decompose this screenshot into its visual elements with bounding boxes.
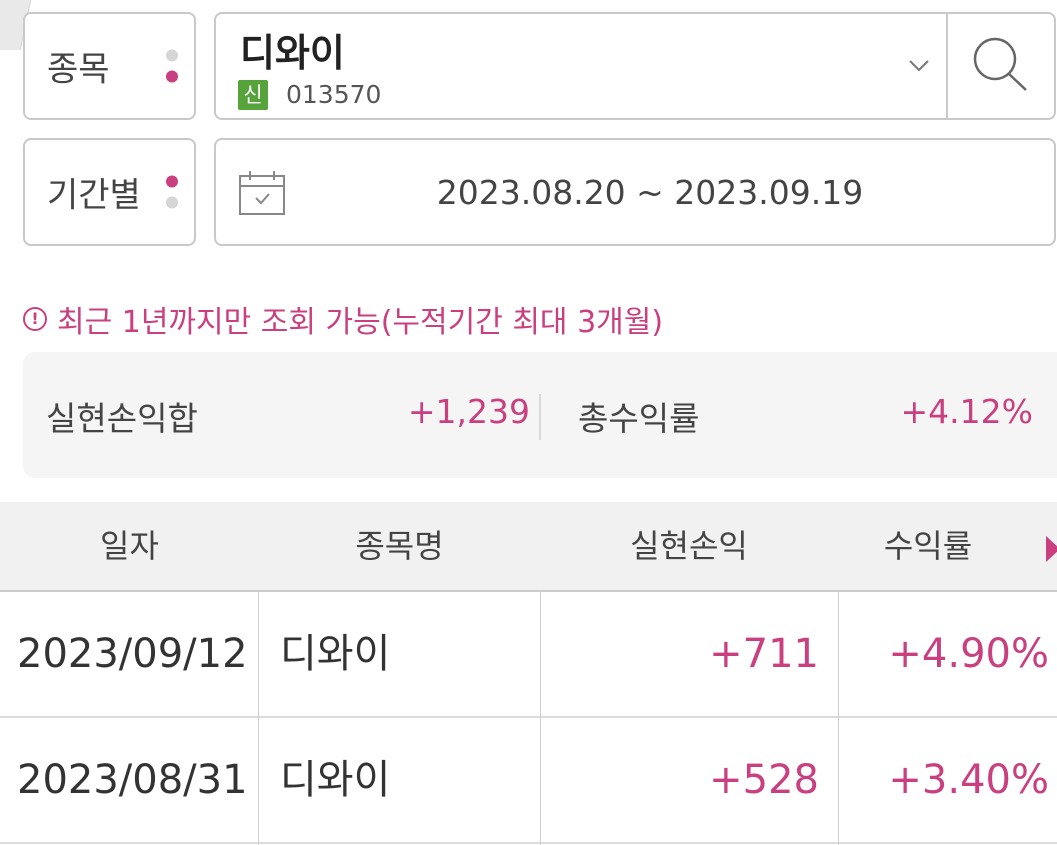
table-row[interactable]: 2023/08/31 디와이 +528 +3.40%: [0, 718, 1057, 844]
cell-stock-name: 디와이: [280, 631, 391, 677]
chevron-down-icon[interactable]: [908, 54, 930, 76]
notice-text: 최근 1년까지만 조회 가능(누적기간 최대 3개월): [57, 305, 664, 340]
summary-panel: 실현손익합 +1,239 총수익률 +4.12%: [23, 352, 1057, 478]
cell-realized-pl: +711: [709, 631, 819, 677]
summary-divider: [539, 394, 541, 440]
column-divider: [258, 590, 259, 845]
toggle-dots-icon: [166, 49, 178, 83]
stock-filter-label: 종목: [47, 49, 110, 90]
column-divider: [540, 590, 541, 845]
realized-pl-value: +1,239: [407, 392, 530, 431]
total-return-label: 총수익률: [578, 399, 700, 438]
notice-message: ! 최근 1년까지만 조회 가능(누적기간 최대 3개월): [23, 297, 663, 341]
date-range-picker[interactable]: 2023.08.20 ~ 2023.09.19: [214, 138, 1056, 246]
stock-filter-toggle[interactable]: 종목: [23, 12, 196, 120]
realized-pl-label: 실현손익합: [46, 399, 198, 438]
header-date[interactable]: 일자: [0, 502, 259, 590]
cell-realized-pl: +528: [709, 757, 819, 803]
search-icon: [973, 37, 1027, 91]
cell-return-rate: +3.40%: [888, 757, 1049, 803]
cell-return-rate: +4.90%: [888, 631, 1049, 677]
table-header: 일자 종목명 실현손익 수익률: [0, 502, 1057, 592]
period-filter-label: 기간별: [47, 175, 141, 216]
cell-date: 2023/08/31: [17, 757, 248, 803]
stock-code: 013570: [286, 80, 382, 109]
table-row[interactable]: 2023/09/12 디와이 +711 +4.90%: [0, 592, 1057, 718]
date-range-text: 2023.08.20 ~ 2023.09.19: [436, 172, 864, 212]
header-stock-name[interactable]: 종목명: [259, 502, 540, 590]
cell-date: 2023/09/12: [17, 631, 248, 677]
header-realized-pl[interactable]: 실현손익: [540, 502, 838, 590]
scroll-right-arrow-icon[interactable]: [1046, 536, 1057, 562]
column-divider: [838, 590, 839, 845]
total-return-value: +4.12%: [900, 392, 1033, 431]
search-button[interactable]: [946, 14, 1054, 118]
toggle-dots-icon: [166, 175, 178, 209]
new-listing-badge: 신: [238, 80, 268, 110]
period-filter-toggle[interactable]: 기간별: [23, 138, 196, 246]
cell-stock-name: 디와이: [280, 757, 391, 803]
info-icon: !: [23, 307, 47, 331]
stock-selector[interactable]: 디와이 신 013570: [214, 12, 1056, 120]
header-return-rate[interactable]: 수익률: [838, 502, 1018, 590]
stock-name: 디와이: [240, 31, 345, 75]
